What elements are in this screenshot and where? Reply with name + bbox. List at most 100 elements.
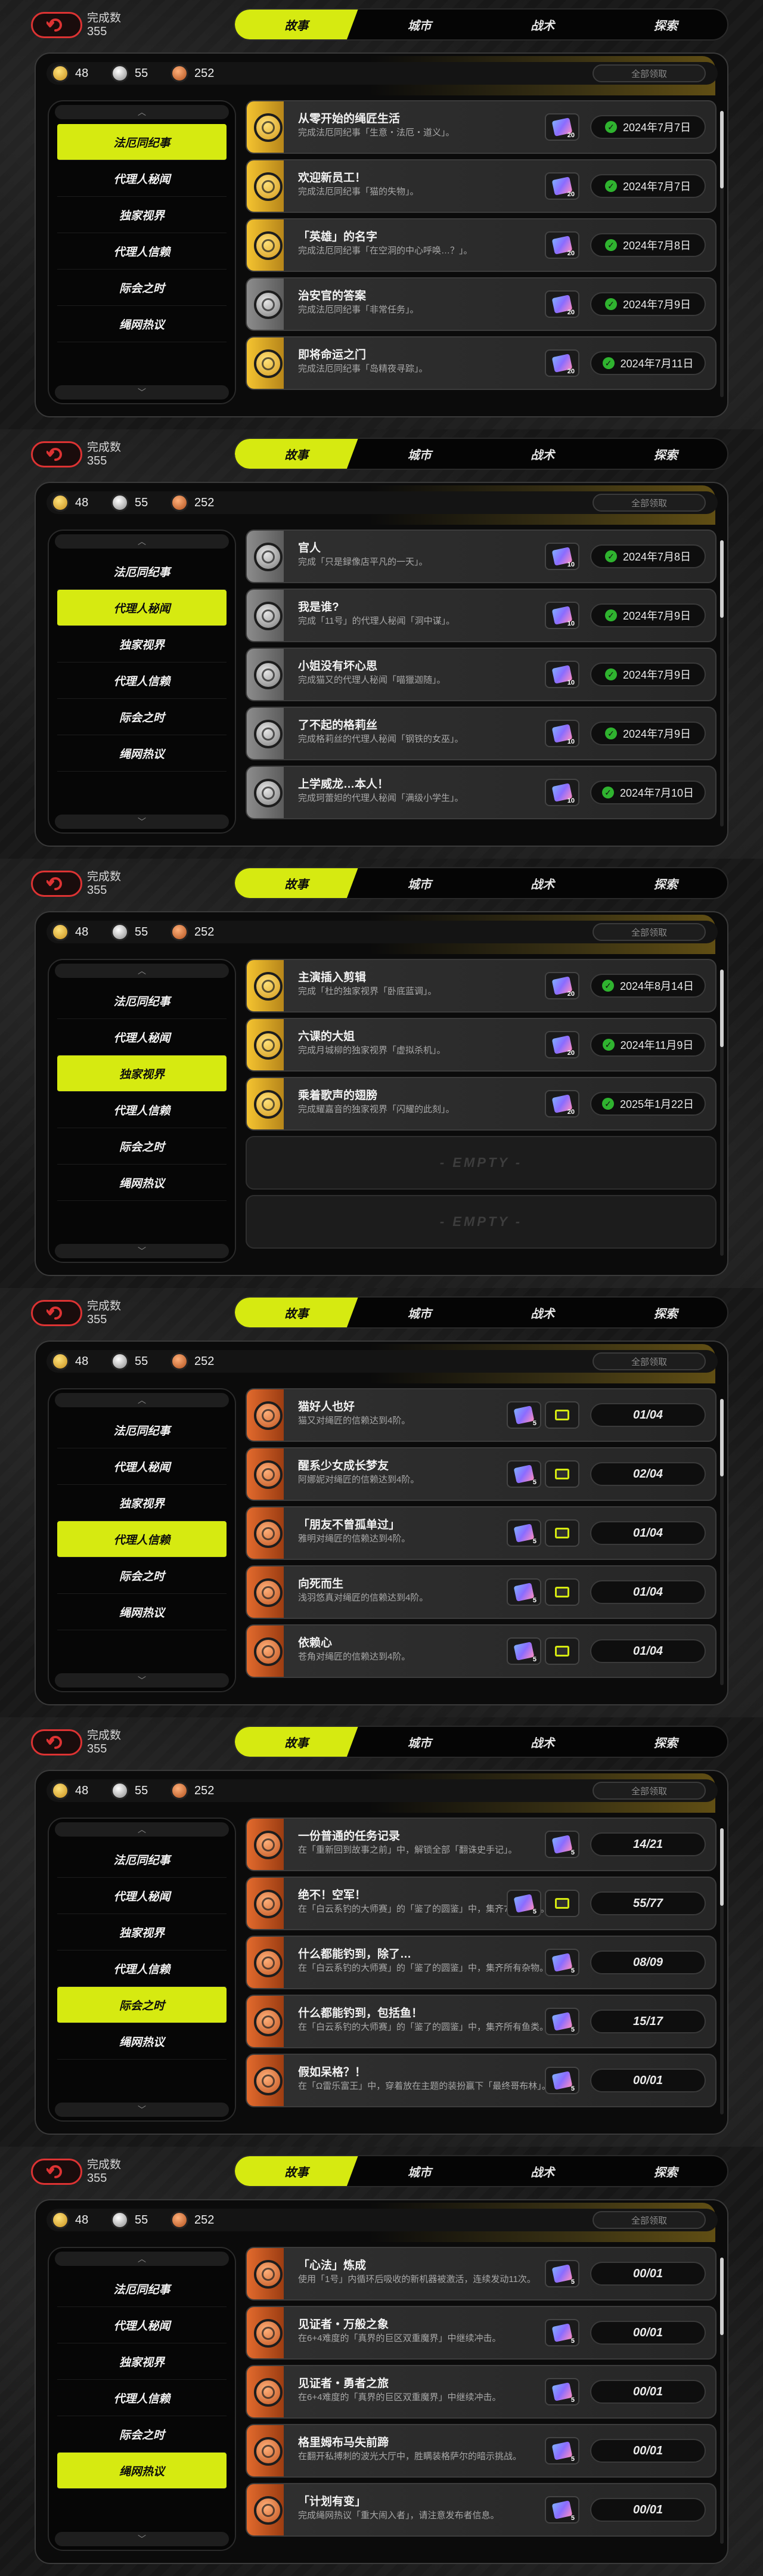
sidebar-scroll-up[interactable]: ︿ — [55, 964, 229, 978]
achievement-card[interactable]: 即将命运之门 完成法厄同纪事「岛精夜寻踪」。 20 ✓ 2024年7月11日 — [246, 336, 717, 390]
achievement-card[interactable]: 见证者・勇者之旅 在6+4难度的「真界的巨区双重魔界」中继续冲击。 5 00/01 — [246, 2365, 717, 2419]
sidebar-item[interactable]: 代理人信赖 — [57, 662, 227, 699]
sidebar-item[interactable]: 法厄同纪事 — [57, 553, 227, 590]
reward-gem[interactable] — [545, 1460, 579, 1488]
achievement-card[interactable]: 绝不！空军！ 在「白云系钓的大师赛」的「鉴了的圆鉴」中，集齐77种鉴钉。 5 55/7… — [246, 1877, 717, 1930]
tab-story[interactable]: 故事 — [235, 1727, 358, 1757]
sidebar-scroll-down[interactable]: ﹀ — [55, 2103, 229, 2117]
achievement-card[interactable]: 醒系少女成长梦友 阿娜妮对绳匠的信赖达到4阶。 5 02/04 — [246, 1447, 717, 1501]
reward-ticket[interactable]: 5 — [545, 2496, 579, 2524]
reward-gem[interactable] — [545, 1890, 579, 1917]
sidebar-scroll-up[interactable]: ︿ — [55, 534, 229, 549]
reward-ticket[interactable]: 5 — [507, 1519, 541, 1547]
sidebar-item[interactable]: 代理人秘闻 — [57, 1448, 227, 1485]
reward-ticket[interactable]: 5 — [545, 2260, 579, 2287]
tab-explore[interactable]: 探索 — [604, 868, 728, 898]
tab-tactics[interactable]: 战术 — [481, 1298, 604, 1327]
tab-city[interactable]: 城市 — [358, 1727, 482, 1757]
achievement-card[interactable]: 乘着歌声的翅膀 完成耀嘉音的独家视界「闪耀的此刻」。 20 ✓ 2025年1月22日 — [246, 1077, 717, 1131]
achievement-card[interactable]: 治安官的答案 完成法厄同纪事「非常任务」。 20 ✓ 2024年7月9日 — [246, 277, 717, 331]
achievement-card[interactable]: 六课的大姐 完成月城柳的独家视界「虚拟杀机」。 20 ✓ 2024年11月9日 — [246, 1018, 717, 1072]
reward-gem[interactable] — [545, 1578, 579, 1606]
achievement-card[interactable]: 欢迎新员工！ 完成法厄同纪事「猫的失物」。 20 ✓ 2024年7月7日 — [246, 159, 717, 213]
tab-story[interactable]: 故事 — [235, 1298, 358, 1327]
back-button[interactable] — [31, 1300, 82, 1326]
achievement-card[interactable]: 什么都能钓到，包括鱼！ 在「白云系钓的大师赛」的「鉴了的圆鉴」中，集齐所有鱼类。 5… — [246, 1995, 717, 2048]
achievement-card[interactable]: 假如呆格？！ 在「Ω雷乐富王」中，穿着放在主题的装扮赢下「最终哥布林」。 5 00/0… — [246, 2054, 717, 2107]
claim-all-button[interactable]: 全部领取 — [593, 923, 706, 941]
sidebar-scroll-up[interactable]: ︿ — [55, 2252, 229, 2266]
tab-tactics[interactable]: 战术 — [481, 439, 604, 469]
back-button[interactable] — [31, 2159, 82, 2185]
tab-city[interactable]: 城市 — [358, 439, 482, 469]
scrollbar-thumb[interactable] — [720, 1399, 724, 1476]
sidebar-item[interactable]: 代理人信赖 — [57, 1521, 227, 1558]
tab-story[interactable]: 故事 — [235, 439, 358, 469]
tab-tactics[interactable]: 战术 — [481, 10, 604, 39]
sidebar-item[interactable]: 代理人秘闻 — [57, 160, 227, 197]
sidebar-item[interactable]: 独家视界 — [57, 1914, 227, 1950]
claim-all-button[interactable]: 全部领取 — [593, 64, 706, 82]
reward-ticket[interactable]: 10 — [545, 602, 579, 629]
claim-all-button[interactable]: 全部领取 — [593, 494, 706, 512]
sidebar-item[interactable]: 代理人信赖 — [57, 2380, 227, 2416]
sidebar-item[interactable]: 独家视界 — [57, 1485, 227, 1521]
tab-explore[interactable]: 探索 — [604, 1298, 728, 1327]
reward-ticket[interactable]: 5 — [507, 1401, 541, 1429]
reward-ticket[interactable]: 5 — [507, 1890, 541, 1917]
reward-ticket[interactable]: 5 — [507, 1637, 541, 1665]
achievement-card[interactable]: 猫好人也好 猫又对绳匠的信赖达到4阶。 5 01/04 — [246, 1388, 717, 1442]
sidebar-item[interactable]: 绳网热议 — [57, 306, 227, 342]
reward-ticket[interactable]: 20 — [545, 290, 579, 318]
sidebar-item[interactable]: 绳网热议 — [57, 2023, 227, 2060]
reward-ticket[interactable]: 20 — [545, 1031, 579, 1058]
tab-tactics[interactable]: 战术 — [481, 2156, 604, 2186]
sidebar-scroll-up[interactable]: ︿ — [55, 1393, 229, 1407]
sidebar-item[interactable]: 际会之时 — [57, 2416, 227, 2453]
sidebar-scroll-down[interactable]: ﹀ — [55, 385, 229, 400]
reward-ticket[interactable]: 10 — [545, 543, 579, 570]
sidebar-item[interactable]: 法厄同纪事 — [57, 1841, 227, 1878]
reward-ticket[interactable]: 5 — [545, 2008, 579, 2035]
sidebar-item[interactable]: 际会之时 — [57, 1128, 227, 1165]
sidebar-item[interactable]: 代理人信赖 — [57, 233, 227, 270]
sidebar-item[interactable]: 独家视界 — [57, 1055, 227, 1092]
sidebar-scroll-down[interactable]: ﹀ — [55, 1673, 229, 1688]
scrollbar-thumb[interactable] — [720, 1828, 724, 1906]
reward-gem[interactable] — [545, 1637, 579, 1665]
sidebar-item[interactable]: 法厄同纪事 — [57, 124, 227, 160]
back-button[interactable] — [31, 1729, 82, 1755]
sidebar-item[interactable]: 绳网热议 — [57, 1594, 227, 1630]
sidebar-item[interactable]: 独家视界 — [57, 197, 227, 233]
sidebar-item[interactable]: 际会之时 — [57, 699, 227, 735]
back-button[interactable] — [31, 441, 82, 467]
tab-city[interactable]: 城市 — [358, 2156, 482, 2186]
reward-ticket[interactable]: 20 — [545, 172, 579, 200]
reward-ticket[interactable]: 20 — [545, 113, 579, 141]
tab-explore[interactable]: 探索 — [604, 439, 728, 469]
sidebar-item[interactable]: 绳网热议 — [57, 735, 227, 772]
achievement-card[interactable]: 一份普通的任务记录 在「重新回到故事之前」中，解锁全部「翻诛史手记」。 5 14/21 — [246, 1818, 717, 1871]
reward-ticket[interactable]: 10 — [545, 661, 579, 688]
reward-ticket[interactable]: 20 — [545, 972, 579, 999]
achievement-card[interactable]: 「计划有变」 完成绳网热议「重大闹入者」，请注意发布者信息。 5 00/01 — [246, 2483, 717, 2537]
sidebar-item[interactable]: 代理人信赖 — [57, 1950, 227, 1987]
achievement-card[interactable]: 什么都能钓到，除了… 在「白云系钓的大师赛」的「鉴了的圆鉴」中，集齐所有杂物。 5 0… — [246, 1936, 717, 1989]
achievement-card[interactable]: 「心法」炼成 使用「1号」内循环后吸收的新机器被激活，连续发动11次。 5 00/01 — [246, 2247, 717, 2301]
achievement-card[interactable]: 上学威龙…本人！ 完成珂蕾妲的代理人秘闻「满级小学生」。 10 ✓ 2024年7月10日 — [246, 766, 717, 819]
reward-ticket[interactable]: 5 — [545, 2437, 579, 2464]
sidebar-item[interactable]: 代理人秘闻 — [57, 590, 227, 626]
achievement-card[interactable]: 格里姆布马失前蹄 在翻开私搏刺的波光大厅中，胜瞒装格萨尔的暗示挑战。 5 00/01 — [246, 2424, 717, 2478]
reward-ticket[interactable]: 10 — [545, 779, 579, 806]
sidebar-scroll-up[interactable]: ︿ — [55, 105, 229, 119]
sidebar-item[interactable]: 际会之时 — [57, 1558, 227, 1594]
achievement-card[interactable]: 「朋友不曾孤单过」 雅明对绳匠的信赖达到4阶。 5 01/04 — [246, 1506, 717, 1560]
reward-gem[interactable] — [545, 1519, 579, 1547]
tab-tactics[interactable]: 战术 — [481, 1727, 604, 1757]
reward-ticket[interactable]: 20 — [545, 1090, 579, 1117]
tab-explore[interactable]: 探索 — [604, 2156, 728, 2186]
sidebar-item[interactable]: 独家视界 — [57, 2343, 227, 2380]
sidebar-item[interactable]: 代理人秘闻 — [57, 1878, 227, 1914]
achievement-card[interactable]: 了不起的格莉丝 完成格莉丝的代理人秘闻「钢铁的女巫」。 10 ✓ 2024年7月9日 — [246, 707, 717, 760]
achievement-card[interactable]: 从零开始的绳匠生活 完成法厄同纪事「生意・法厄・道义」。 20 ✓ 2024年7月7日 — [246, 100, 717, 154]
